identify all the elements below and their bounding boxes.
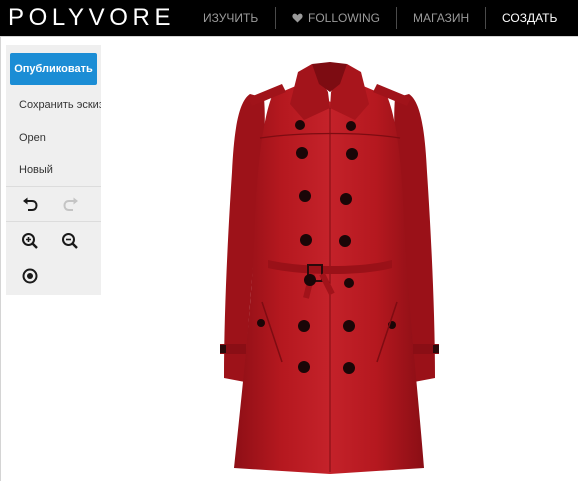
open-button[interactable]: Open [19, 131, 46, 145]
nav-shop[interactable]: МАГАЗИН [413, 0, 469, 36]
heart-icon [292, 13, 303, 23]
nav-following-label: FOLLOWING [308, 11, 381, 25]
publish-button[interactable]: Опубликовать [10, 53, 97, 85]
nav-explore[interactable]: ИЗУЧИТЬ [203, 0, 258, 36]
new-button[interactable]: Новый [19, 163, 53, 177]
center-icon[interactable] [21, 267, 39, 285]
trench-coat-image[interactable] [212, 62, 447, 480]
top-navigation-bar: POLYVORE ИЗУЧИТЬ FOLLOWING МАГАЗИН СОЗДА… [0, 0, 578, 36]
toolbar-divider [6, 221, 101, 222]
nav-create[interactable]: СОЗДАТЬ [502, 0, 557, 36]
polyvore-logo[interactable]: POLYVORE [8, 4, 175, 32]
toolbar-divider [6, 186, 101, 187]
zoom-in-icon[interactable] [21, 232, 39, 250]
nav-divider [275, 7, 276, 29]
zoom-out-icon[interactable] [61, 232, 79, 250]
editor-toolbar: Опубликовать Сохранить эскиз Open Новый [6, 45, 101, 295]
redo-icon[interactable] [62, 195, 80, 213]
undo-icon[interactable] [21, 195, 39, 213]
nav-divider [485, 7, 486, 29]
nav-following[interactable]: FOLLOWING [292, 0, 380, 36]
nav-divider [396, 7, 397, 29]
save-draft-button[interactable]: Сохранить эскиз [19, 98, 101, 112]
